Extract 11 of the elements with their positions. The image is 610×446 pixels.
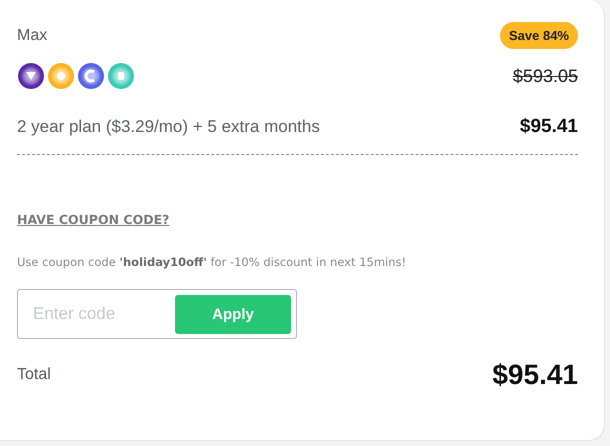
coupon-link[interactable]: HAVE COUPON CODE? [17, 212, 170, 227]
coupon-field[interactable]: Enter code Apply [17, 289, 297, 339]
total-amount: $95.41 [492, 359, 578, 391]
original-price: $593.05 [512, 66, 578, 86]
plan-term: 2 year plan ($3.29/mo) + 5 extra months [17, 117, 320, 137]
discount-badge: Save 84% [500, 22, 578, 49]
plan-name: Max [17, 26, 48, 44]
coupon-note: Use coupon code 'holiday10off' for -10% discount in next 15mins! [17, 255, 408, 269]
plan-price: $95.41 [520, 116, 578, 138]
apply-button[interactable]: Apply [175, 294, 291, 334]
total-label: Total [17, 366, 51, 384]
